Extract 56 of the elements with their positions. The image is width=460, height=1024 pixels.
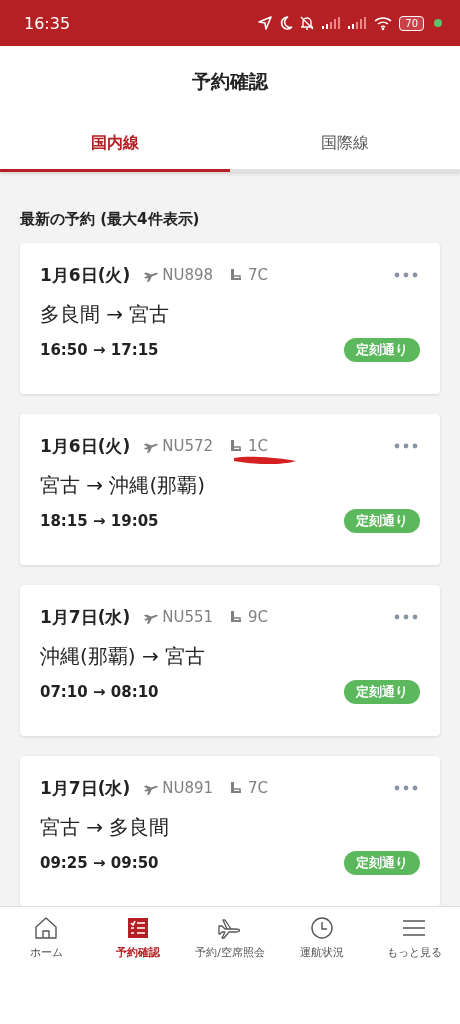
flight-number: NU572 [162,437,214,455]
more-options-button[interactable] [392,612,420,622]
location-icon [257,15,274,31]
moon-icon [279,15,294,31]
nav-item[interactable]: 運航状況 [276,907,368,967]
flight-date: 1月6日(火) [40,434,131,458]
status-badge: 定刻通り [344,851,420,875]
tab[interactable]: 国際線 [230,118,460,172]
flight-times: 16:50 → 17:15 [40,341,159,359]
page-title: 予約確認 [192,69,268,94]
nav-item[interactable]: 予約/空席照会 [184,907,276,967]
wifi-icon [373,15,394,31]
section-title: 最新の予約 (最大4件表示) [20,210,201,229]
home-icon [33,914,59,941]
flight-number: NU898 [162,266,214,284]
seat-number: 7C [248,266,269,284]
nav-item[interactable]: 予約確認 [92,907,184,967]
route-text: 宮古 → 多良間 [40,814,171,841]
flight-number: NU551 [162,608,214,626]
status-time: 16:35 [24,13,71,33]
signal-icon [347,16,368,30]
flight-times: 09:25 → 09:50 [40,854,159,872]
more-options-button[interactable] [392,270,420,280]
seat-icon [229,609,243,625]
more-options-button[interactable] [392,783,420,793]
clock-icon [309,914,335,941]
booking-card[interactable]: 1月6日(火) NU572 1C 宮古 → 沖縄(那覇) 18:15 → 19:05 定刻通り [20,414,440,565]
tab[interactable]: 国内線 [0,118,230,172]
battery-indicator: 70 [399,15,424,31]
muted-bell-icon [299,15,316,31]
booking-card[interactable]: 1月7日(水) NU891 7C 宮古 → 多良間 09:25 → 09:50 定刻通り [20,756,440,906]
route-text: 沖縄(那覇) → 宮古 [40,643,207,670]
seat-icon [229,780,243,796]
seat-icon [229,267,243,283]
flight-date: 1月7日(水) [40,605,131,629]
seat-number: 7C [248,779,269,797]
nav-item[interactable]: もっと見る [368,907,460,967]
nav-item[interactable]: ホーム [0,907,92,967]
seat-icon [229,438,243,454]
flight-date: 1月6日(火) [40,263,131,287]
signal-icon [321,16,342,30]
status-badge: 定刻通り [344,509,420,533]
seat-number: 9C [248,608,269,626]
status-badge: 定刻通り [344,680,420,704]
route-text: 宮古 → 沖縄(那覇) [40,472,207,499]
status-badge: 定刻通り [344,338,420,362]
flight-date: 1月7日(水) [40,776,131,800]
booking-card[interactable]: 1月7日(水) NU551 9C 沖縄(那覇) → 宮古 07:10 → 08:10 定刻通り [20,585,440,736]
booking-card[interactable]: 1月6日(火) NU898 7C 多良間 → 宮古 16:50 → 17:15 定刻通り [20,243,440,394]
more-options-button[interactable] [392,441,420,451]
flight-times: 18:15 → 19:05 [40,512,159,530]
notification-dot [434,19,442,27]
flight-times: 07:10 → 08:10 [40,683,159,701]
seat-number: 1C [248,437,269,455]
flight-number: NU891 [162,779,214,797]
route-text: 多良間 → 宮古 [40,301,171,328]
